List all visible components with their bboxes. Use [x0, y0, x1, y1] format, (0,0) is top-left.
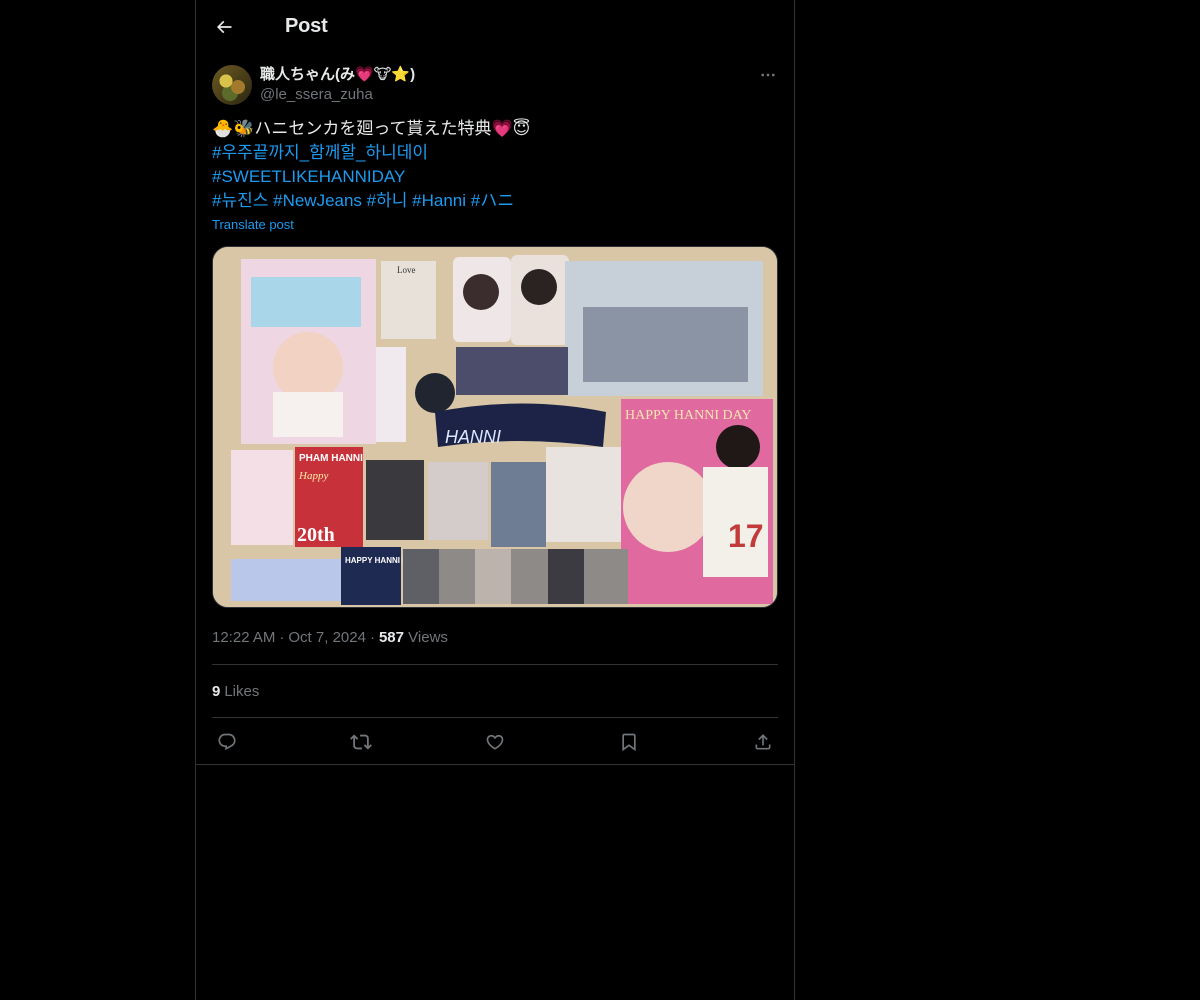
post: 職人ちゃん(み💗🐮⭐) @le_ssera_zuha 🐣🐝ハニセンカを廻って貰え…	[196, 53, 794, 766]
heart-icon	[486, 734, 504, 750]
repost-icon	[350, 734, 372, 750]
hashtag-link[interactable]: #ハニ	[471, 191, 514, 210]
hashtag-line: #뉴진스 #NewJeans #하니 #Hanni #ハニ	[212, 189, 778, 213]
hashtag-link[interactable]: #Hanni	[412, 191, 466, 210]
twentieth-text: 20th	[297, 524, 335, 546]
reply-button[interactable]	[216, 731, 238, 753]
bookmark-button[interactable]	[618, 731, 640, 753]
hashtag-link[interactable]: #NewJeans	[273, 191, 362, 210]
jersey-number-text: 17	[728, 518, 764, 554]
arrow-left-icon	[216, 20, 232, 33]
like-button[interactable]	[484, 731, 506, 753]
author-meta: 職人ちゃん(み💗🐮⭐) @le_ssera_zuha	[260, 65, 415, 105]
views-count: 587	[378, 629, 404, 646]
photo-collage: Love HANNI HAPPY HANNI DAY 17 PHAM HANNI…	[213, 247, 777, 607]
avatar[interactable]	[212, 65, 252, 105]
page-title: Post	[285, 15, 328, 37]
divider	[196, 764, 794, 765]
hashtag-link[interactable]: #뉴진스	[212, 191, 268, 210]
pham-hanni-text: PHAM HANNI	[299, 453, 363, 464]
author-handle[interactable]: @le_ssera_zuha	[260, 85, 415, 105]
translate-post-link[interactable]: Translate post	[212, 217, 778, 233]
post-photo[interactable]: Love HANNI HAPPY HANNI DAY 17 PHAM HANNI…	[212, 246, 778, 608]
post-meta: 12:22 AM · Oct 7, 2024 · 587 Views	[212, 629, 448, 646]
post-text-line: 🐣🐝ハニセンカを廻って貰えた特典💗😇	[212, 119, 531, 138]
hashtag-link[interactable]: #우주끝까지_함께할_하니데이	[212, 141, 778, 165]
post-date[interactable]: Oct 7, 2024	[288, 629, 366, 646]
love-text: Love	[397, 265, 416, 275]
post-time[interactable]: 12:22 AM	[212, 629, 275, 646]
likes-row[interactable]: 9 Likes	[212, 665, 778, 717]
post-text: 🐣🐝ハニセンカを廻って貰えた特典💗😇 #우주끝까지_함께할_하니데이 #SWEE…	[212, 117, 778, 233]
author-display-name[interactable]: 職人ちゃん(み💗🐮⭐)	[260, 65, 415, 85]
hanni-banner-text: HANNI	[445, 427, 501, 447]
views-label: Views	[408, 629, 448, 646]
bookmark-icon	[622, 733, 636, 752]
main-column: Post 職人ちゃん(み💗🐮⭐) @le_ssera_zuha 🐣🐝ハニセンカを…	[195, 0, 795, 1000]
happy-hanni-day-text: HAPPY HANNI DAY	[625, 408, 752, 423]
likes-label: Likes	[224, 682, 260, 700]
hashtag-link[interactable]: #SWEETLIKEHANNIDAY	[212, 165, 778, 189]
repost-button[interactable]	[350, 731, 372, 753]
action-bar	[212, 718, 778, 766]
more-dots-icon	[761, 73, 775, 77]
top-bar: Post	[196, 0, 794, 53]
happy-text: Happy	[298, 470, 328, 482]
share-button[interactable]	[752, 731, 774, 753]
reply-icon	[218, 733, 236, 751]
share-icon	[755, 734, 771, 750]
back-button[interactable]	[212, 15, 236, 39]
more-options-button[interactable]	[758, 65, 778, 85]
hashtag-link[interactable]: #하니	[367, 191, 408, 210]
author-row: 職人ちゃん(み💗🐮⭐) @le_ssera_zuha	[212, 65, 778, 105]
likes-count: 9	[212, 682, 221, 700]
